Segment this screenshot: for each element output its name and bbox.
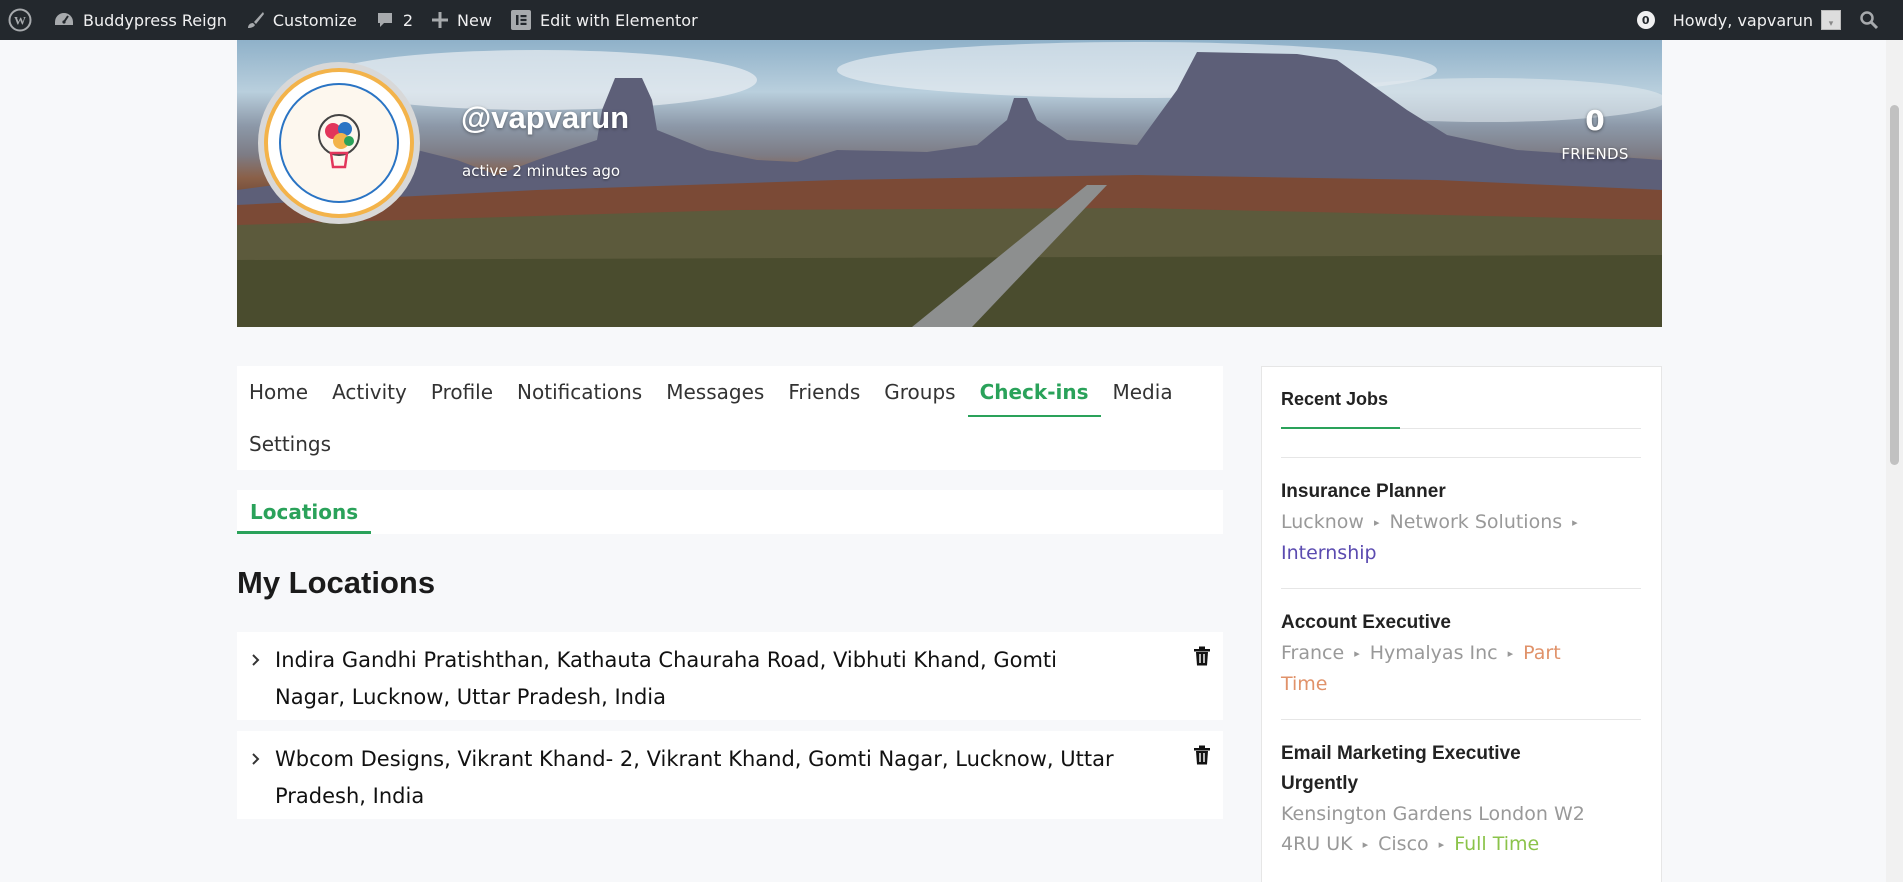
nav-check-ins[interactable]: Check-ins: [967, 366, 1101, 418]
divider: [1281, 719, 1641, 720]
job-location: Kensington Gardens London W2: [1281, 803, 1585, 825]
profile-nav: Home Activity Profile Notifications Mess…: [237, 366, 1223, 470]
elementor-icon: [510, 9, 532, 31]
job-title[interactable]: Email Marketing Executive: [1281, 739, 1646, 769]
divider: [1281, 588, 1641, 589]
profile-username: @vapvarun: [461, 100, 630, 135]
cover-image: [237, 40, 1662, 327]
site-name-label: Buddypress Reign: [83, 10, 227, 30]
location-item[interactable]: Indira Gandhi Pratishthan, Kathauta Chau…: [237, 632, 1223, 720]
new-content-link[interactable]: New: [422, 0, 501, 40]
nav-settings[interactable]: Settings: [237, 418, 343, 470]
job-company: Hymalyas Inc: [1369, 642, 1498, 664]
search-icon: [1859, 10, 1879, 30]
separator-icon: ▸: [1373, 515, 1380, 529]
nav-messages[interactable]: Messages: [654, 366, 776, 418]
separator-icon: ▸: [1354, 646, 1360, 660]
nav-friends[interactable]: Friends: [776, 366, 872, 418]
last-active-text: active 2 minutes ago: [462, 162, 621, 180]
widget-title: Recent Jobs: [1281, 389, 1389, 409]
separator-icon: ▸: [1362, 837, 1369, 851]
howdy-label: Howdy, vapvarun: [1672, 10, 1813, 30]
user-avatar-icon: ▾: [1821, 10, 1841, 30]
location-text-line2: Nagar, Lucknow, Uttar Pradesh, India: [275, 685, 666, 709]
job-type: Internship: [1281, 541, 1377, 564]
recent-jobs-widget: Recent Jobs Insurance Planner Lucknow ▸ Ne…: [1261, 366, 1662, 882]
job-item[interactable]: Email Marketing Executive Urgently Kensi…: [1281, 739, 1646, 860]
new-label: New: [457, 10, 492, 30]
brush-icon: [245, 10, 265, 30]
friends-count-value: 0: [1585, 104, 1605, 137]
scrollbar-thumb[interactable]: [1890, 105, 1899, 465]
location-text: Indira Gandhi Pratishthan, Kathauta Chau…: [275, 642, 1175, 716]
page-scrollbar[interactable]: [1886, 40, 1903, 882]
job-type-cont: Time: [1281, 672, 1328, 695]
job-company: Cisco: [1378, 833, 1429, 855]
wordpress-menu[interactable]: W: [0, 0, 44, 40]
notifications-count: 0: [1636, 11, 1655, 29]
wordpress-icon: W: [8, 8, 32, 32]
job-item[interactable]: Account Executive France ▸ Hymalyas Inc ▸ Pa…: [1281, 608, 1646, 699]
page-title: My Locations: [237, 565, 436, 600]
chevron-right-icon[interactable]: [251, 751, 261, 770]
search-toggle[interactable]: [1850, 0, 1903, 40]
job-location-cont: 4RU UK: [1281, 833, 1353, 855]
location-text: Wbcom Designs, Vikrant Khand- 2, Vikrant…: [275, 741, 1175, 815]
subnav-locations[interactable]: Locations: [237, 490, 372, 534]
job-title[interactable]: Insurance Planner: [1281, 477, 1646, 507]
job-company: Network Solutions: [1389, 511, 1563, 533]
sub-nav: Locations: [237, 490, 1223, 534]
job-title-cont[interactable]: Urgently: [1281, 769, 1646, 799]
profile-avatar[interactable]: [258, 62, 420, 224]
nav-activity[interactable]: Activity: [320, 366, 419, 418]
elementor-label: Edit with Elementor: [539, 10, 698, 30]
job-location: France: [1281, 642, 1345, 664]
location-text-line2: Pradesh, India: [275, 784, 425, 808]
location-item[interactable]: Wbcom Designs, Vikrant Khand- 2, Vikrant…: [237, 731, 1223, 819]
customize-link[interactable]: Customize: [236, 0, 366, 40]
job-title[interactable]: Account Executive: [1281, 608, 1646, 638]
nav-notifications[interactable]: Notifications: [505, 366, 654, 418]
site-name-link[interactable]: Buddypress Reign: [44, 0, 236, 40]
friends-count-label: FRIENDS: [1561, 145, 1629, 163]
comments-link[interactable]: 2: [366, 0, 422, 40]
chevron-right-icon[interactable]: [251, 652, 261, 671]
location-text-line1: Wbcom Designs, Vikrant Khand- 2, Vikrant…: [275, 747, 1114, 771]
nav-home[interactable]: Home: [237, 366, 320, 418]
comments-count: 2: [402, 10, 414, 30]
my-account-menu[interactable]: Howdy, vapvarun ▾: [1664, 0, 1850, 40]
divider: [1281, 457, 1641, 458]
notifications-link[interactable]: 0: [1628, 0, 1664, 40]
plus-icon: [431, 11, 449, 29]
job-type: Part: [1523, 642, 1561, 664]
dashboard-icon: [53, 10, 75, 30]
nav-profile[interactable]: Profile: [419, 366, 505, 418]
friends-stat[interactable]: 0 FRIENDS: [1540, 104, 1650, 163]
svg-text:W: W: [14, 14, 26, 28]
job-type: Full Time: [1454, 833, 1540, 855]
job-item[interactable]: Insurance Planner Lucknow ▸ Network Soluti…: [1281, 477, 1646, 568]
nav-groups[interactable]: Groups: [872, 366, 967, 418]
comment-icon: [375, 10, 395, 30]
separator-icon: ▸: [1507, 646, 1514, 660]
location-text-line1: Indira Gandhi Pratishthan, Kathauta Chau…: [275, 648, 1057, 672]
separator-icon: ▸: [1572, 515, 1578, 529]
title-underline: [1281, 427, 1400, 429]
trash-icon[interactable]: [1193, 745, 1211, 769]
separator-icon: ▸: [1438, 837, 1445, 851]
customize-label: Customize: [272, 10, 357, 30]
lightbulb-logo-icon: [318, 114, 360, 169]
job-location: Lucknow: [1281, 511, 1364, 533]
nav-media[interactable]: Media: [1101, 366, 1185, 418]
edit-with-elementor-link[interactable]: Edit with Elementor: [501, 0, 707, 40]
admin-bar: W Buddypress Reign Customize 2 New Edit …: [0, 0, 1903, 40]
trash-icon[interactable]: [1193, 646, 1211, 670]
